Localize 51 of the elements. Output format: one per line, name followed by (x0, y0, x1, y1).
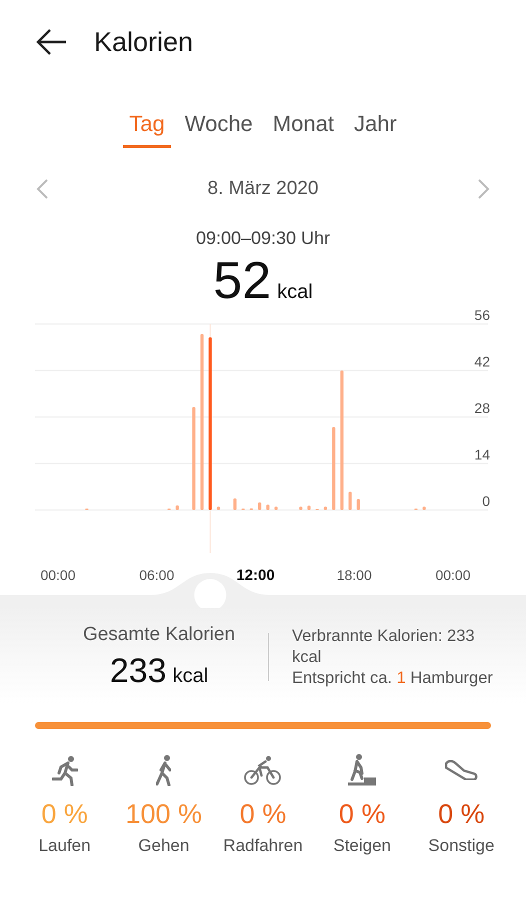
runner-icon (52, 754, 78, 786)
total-value: 233 (110, 652, 167, 690)
time-range: 09:00–09:30 Uhr (196, 228, 330, 249)
axis-label: 18:00 (336, 567, 372, 583)
chart-bar (258, 502, 262, 510)
activity-label: Laufen (38, 836, 91, 856)
shoe-icon (445, 760, 478, 780)
chart-bar (266, 504, 270, 510)
chart-bar (176, 505, 179, 510)
activity-label: Gehen (138, 836, 190, 856)
axis-label: 00:00 (40, 567, 76, 583)
activity-percent: 0 % (338, 799, 386, 830)
chart-bar (274, 506, 278, 510)
chart-bar (422, 506, 426, 510)
burned-text: Verbrannte Kalorien: 233 kcal (292, 626, 476, 668)
axis-label: 42 (474, 354, 490, 370)
chart-bar (348, 492, 352, 510)
activity-label: Radfahren (223, 836, 303, 856)
period-tab[interactable]: Woche (178, 108, 259, 148)
axis-label: 12:00 (236, 567, 275, 584)
axis-label: 14 (474, 446, 490, 462)
total-unit: kcal (172, 664, 208, 688)
chart-bar (307, 506, 311, 510)
chart-bar (324, 506, 328, 510)
activity-label: Steigen (333, 836, 392, 856)
chart-bar (356, 499, 360, 510)
total-label: Gesamte Kalorien (82, 624, 236, 646)
calorie-value: 52 (213, 253, 272, 309)
calorie-unit: kcal (277, 281, 313, 304)
axis-label: 00:00 (435, 567, 471, 583)
chart-bar (216, 506, 220, 510)
chart-bar (299, 506, 302, 510)
chart-bar (233, 498, 237, 510)
page-title: Kalorien (94, 26, 194, 58)
date-label: 8. März 2020 (208, 178, 318, 200)
axis-label: 28 (474, 400, 490, 416)
walker-icon (156, 754, 172, 786)
period-tab[interactable]: Monat (266, 108, 340, 148)
activity-percent: 100 % (126, 799, 202, 830)
activity-percent: 0 % (240, 799, 286, 830)
back-button[interactable] (36, 28, 68, 56)
period-tab[interactable]: Jahr (348, 108, 403, 148)
cyclist-icon (244, 755, 282, 785)
axis-label: 0 (482, 493, 490, 509)
axis-label: 56 (474, 308, 490, 323)
equivalent-text: Entspricht ca. 1 Hamburger (292, 668, 493, 688)
axis-label: 06:00 (139, 567, 174, 583)
activity-percent: 0 % (438, 798, 485, 830)
activity-label: Sonstige (428, 836, 494, 856)
activity-percent: 0 % (41, 799, 88, 830)
stair-climber-icon (347, 753, 378, 787)
